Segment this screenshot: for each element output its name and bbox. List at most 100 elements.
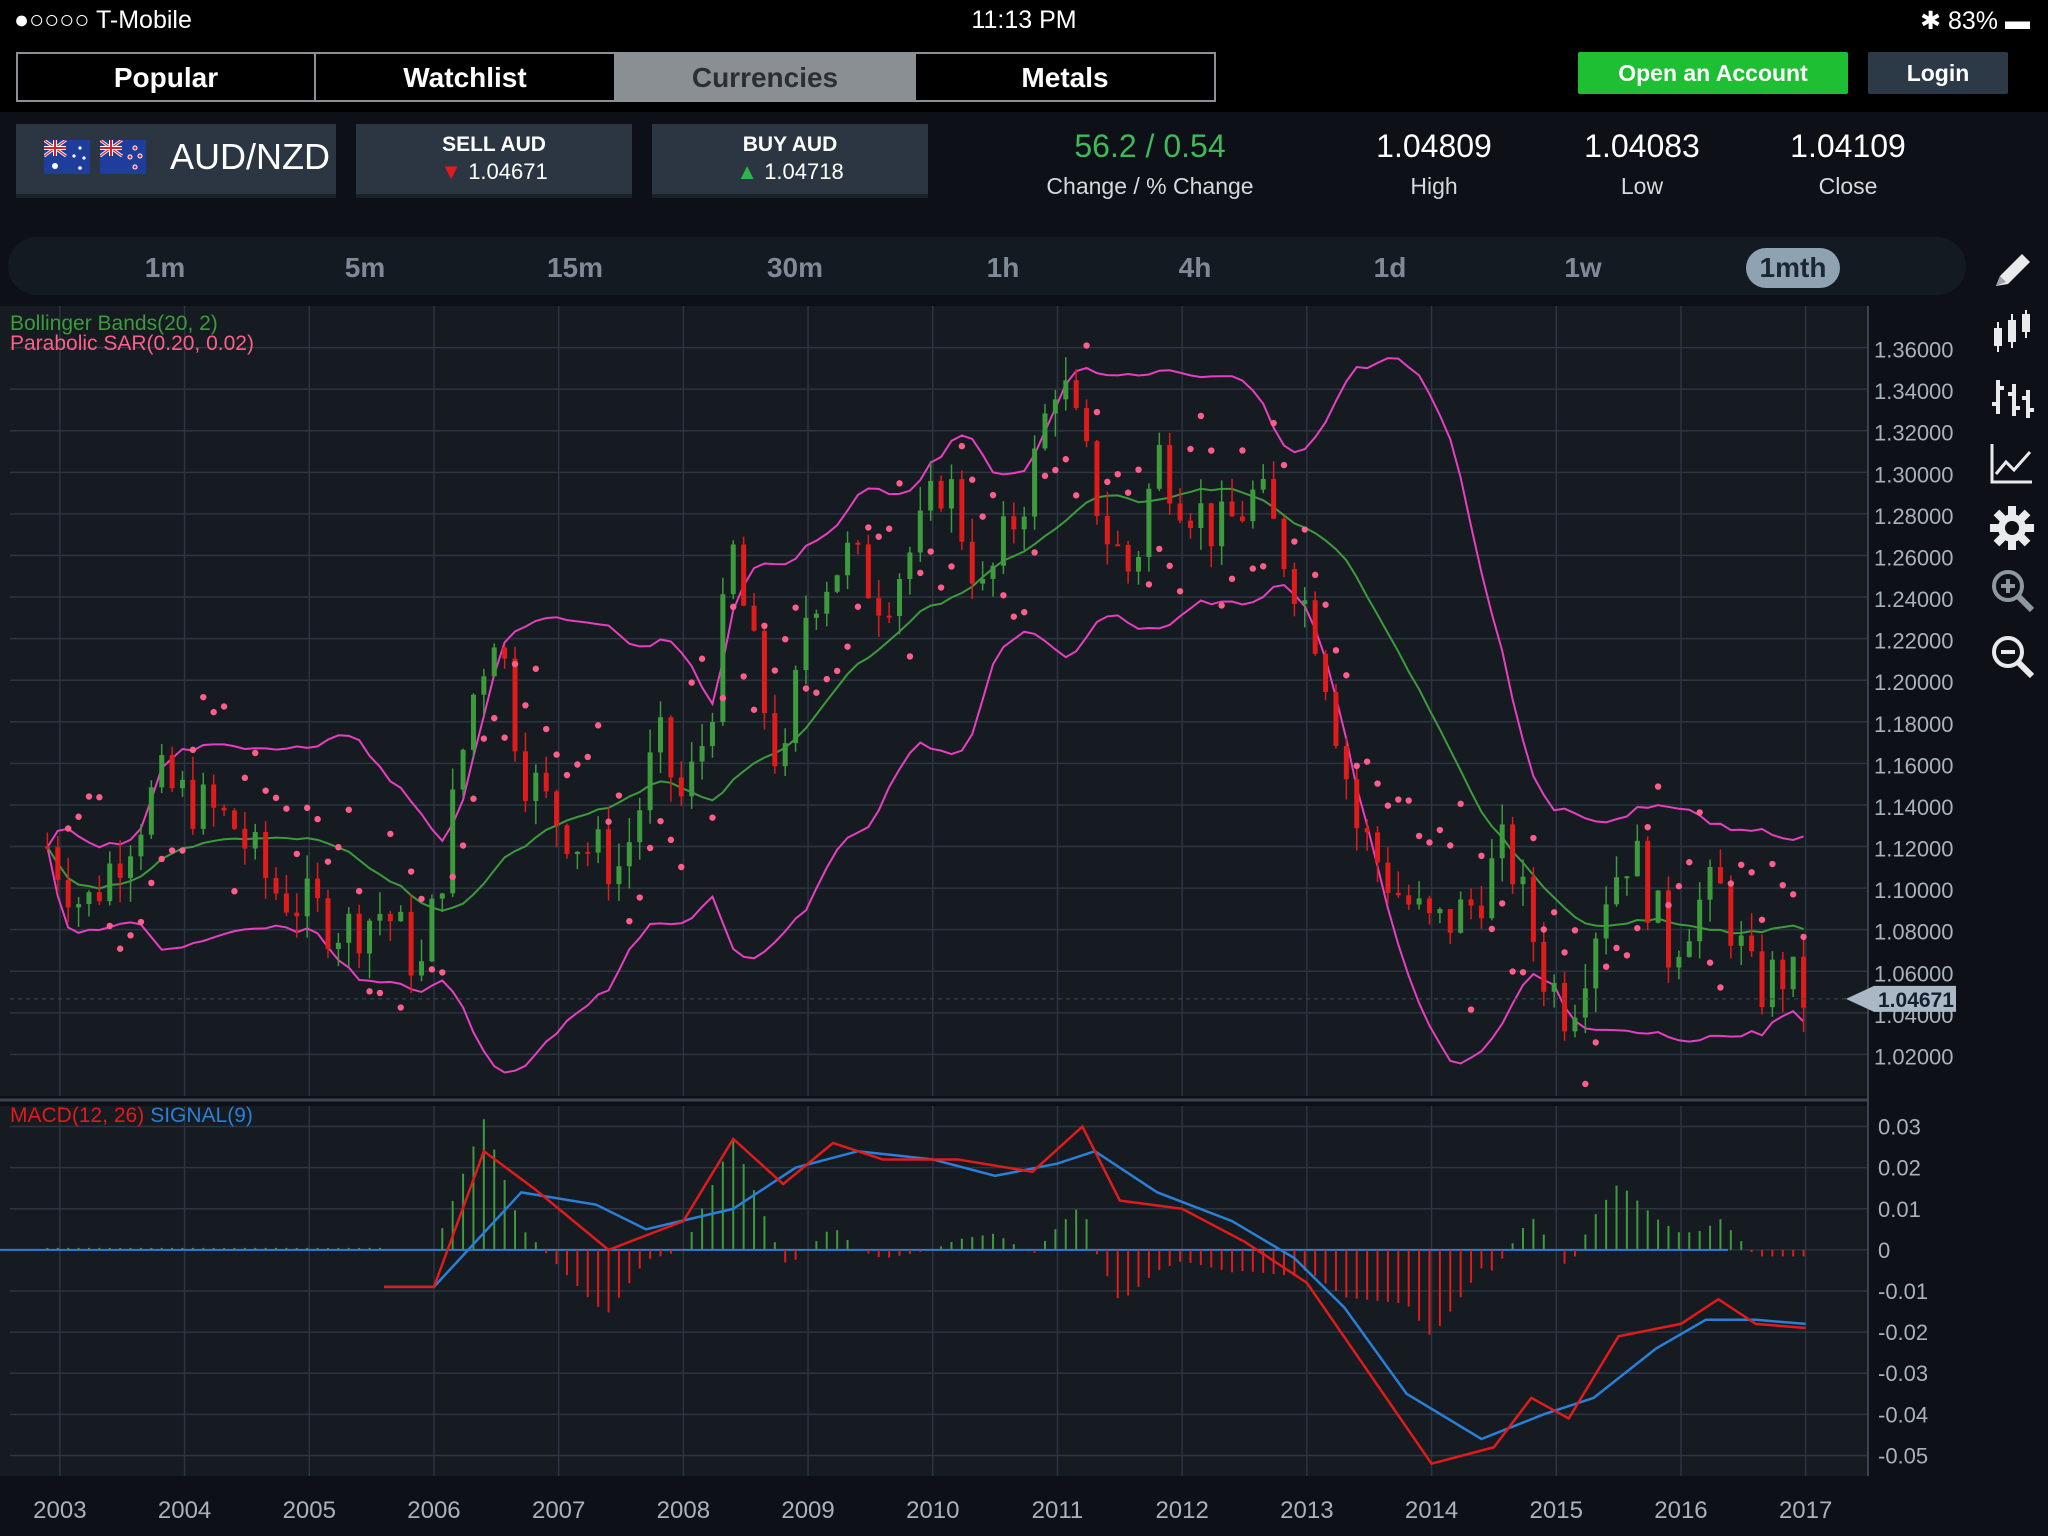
candle-down [741,544,747,606]
sar-dot [833,667,841,675]
sar-dot [522,702,529,709]
candle-up [159,755,165,788]
macd-tick-label: -0.03 [1878,1361,1928,1386]
candle-down [1208,503,1214,547]
candle-down [761,630,767,714]
candle-down [1364,828,1370,833]
sar-dot [1000,592,1007,599]
buy-label: BUY AUD [742,133,838,156]
candle-down [356,913,362,954]
price-tick-label: 1.08000 [1874,920,1954,945]
candle-up [439,893,445,899]
candle-up [1769,959,1775,1008]
buy-button[interactable]: BUY AUD ▲ 1.04718 [652,124,928,198]
sell-button[interactable]: SELL AUD ▼ 1.04671 [356,124,632,198]
price-tick-label: 1.02000 [1874,1044,1954,1069]
timeframe-1h[interactable]: 1h [968,248,1038,288]
open-account-button[interactable]: Open an Account [1578,52,1848,94]
sar-dot [854,603,862,610]
candle-up [1738,935,1744,946]
timeframe-30m[interactable]: 30m [755,248,835,288]
low-value: 1.04083 [1584,128,1700,164]
candle-down [1094,441,1100,517]
year-tick-label: 2015 [1530,1497,1583,1524]
sar-dot [168,847,176,854]
sar-dot [210,708,217,716]
timeframe-1w[interactable]: 1w [1548,248,1618,288]
gear-icon[interactable] [1988,504,2036,552]
candle-down [1312,600,1318,654]
candle-down [408,911,414,976]
sar-dot [189,746,197,754]
sar-dot [1228,575,1236,583]
candlestick-icon[interactable] [1988,308,2036,356]
candle-down [211,784,217,808]
candle-down [522,751,528,801]
tab-popular[interactable]: Popular [16,52,316,102]
candle-down [1728,883,1734,946]
down-arrow-icon: ▼ [440,159,463,184]
zoom-out-icon[interactable] [1988,632,2036,680]
sar-dot [1550,909,1558,916]
macd-tick-label: -0.02 [1878,1320,1928,1345]
sar-dot [491,714,498,722]
candle-down [1530,876,1536,942]
price-tick-label: 1.14000 [1874,795,1954,820]
sar-dot [1104,478,1111,486]
timeframe-5m[interactable]: 5m [330,248,400,288]
candle-up [1790,956,1796,990]
sar-dot [231,888,238,895]
bar-chart-icon[interactable] [1988,374,2036,422]
sar-dot [293,850,301,858]
pencil-icon[interactable] [1988,246,2036,294]
candle-up [148,787,154,835]
candle-up [1219,501,1225,547]
sar-dot [1602,963,1610,970]
candle-up [335,942,341,949]
candle-down [1354,779,1360,829]
sar-dot [324,858,332,865]
zoom-in-icon[interactable] [1988,566,2036,614]
price-chart[interactable]: 1.36000 1.34000 1.32000 1.30000 1.28000 1.260… [0,306,1976,1536]
sar-dot [428,966,436,973]
sar-dot [1582,1080,1589,1088]
sar-dot [158,855,165,863]
sar-dot [667,836,675,844]
candle-up [824,591,830,614]
candle-up [481,676,487,695]
sar-dot [116,945,124,952]
candle-down [1343,745,1349,780]
tab-currencies[interactable]: Currencies [614,52,916,102]
candle-down [772,713,778,767]
tab-metals[interactable]: Metals [914,52,1216,102]
candle-up [803,617,809,671]
line-chart-icon[interactable] [1988,440,2036,488]
sar-dot [1634,924,1641,932]
candle-down [283,893,289,913]
candle-down [1385,862,1391,893]
price-tick-label: 1.22000 [1874,629,1954,654]
timeframe-1d[interactable]: 1d [1355,248,1425,288]
timeframe-15m[interactable]: 15m [540,248,610,288]
sar-dot [1540,926,1547,933]
candle-up [626,842,632,867]
sar-dot [906,653,914,660]
sar-dot [459,842,467,849]
candle-up [367,920,373,954]
timeframe-1mth[interactable]: 1mth [1746,248,1840,288]
sar-dot [1561,949,1568,956]
candle-down [387,913,393,922]
sar-dot [1093,408,1101,416]
candle-down [969,541,975,584]
sar-dot [1041,472,1049,480]
year-tick-label: 2013 [1280,1497,1333,1524]
pair-selector[interactable]: AUD/NZD [16,124,336,198]
sar-dot [449,873,456,881]
timeframe-4h[interactable]: 4h [1160,248,1230,288]
login-button[interactable]: Login [1868,52,2008,94]
tab-watchlist[interactable]: Watchlist [314,52,616,102]
candle-down [1073,380,1079,409]
sar-dot [1332,647,1340,654]
sar-dot [220,703,228,710]
timeframe-1m[interactable]: 1m [130,248,200,288]
